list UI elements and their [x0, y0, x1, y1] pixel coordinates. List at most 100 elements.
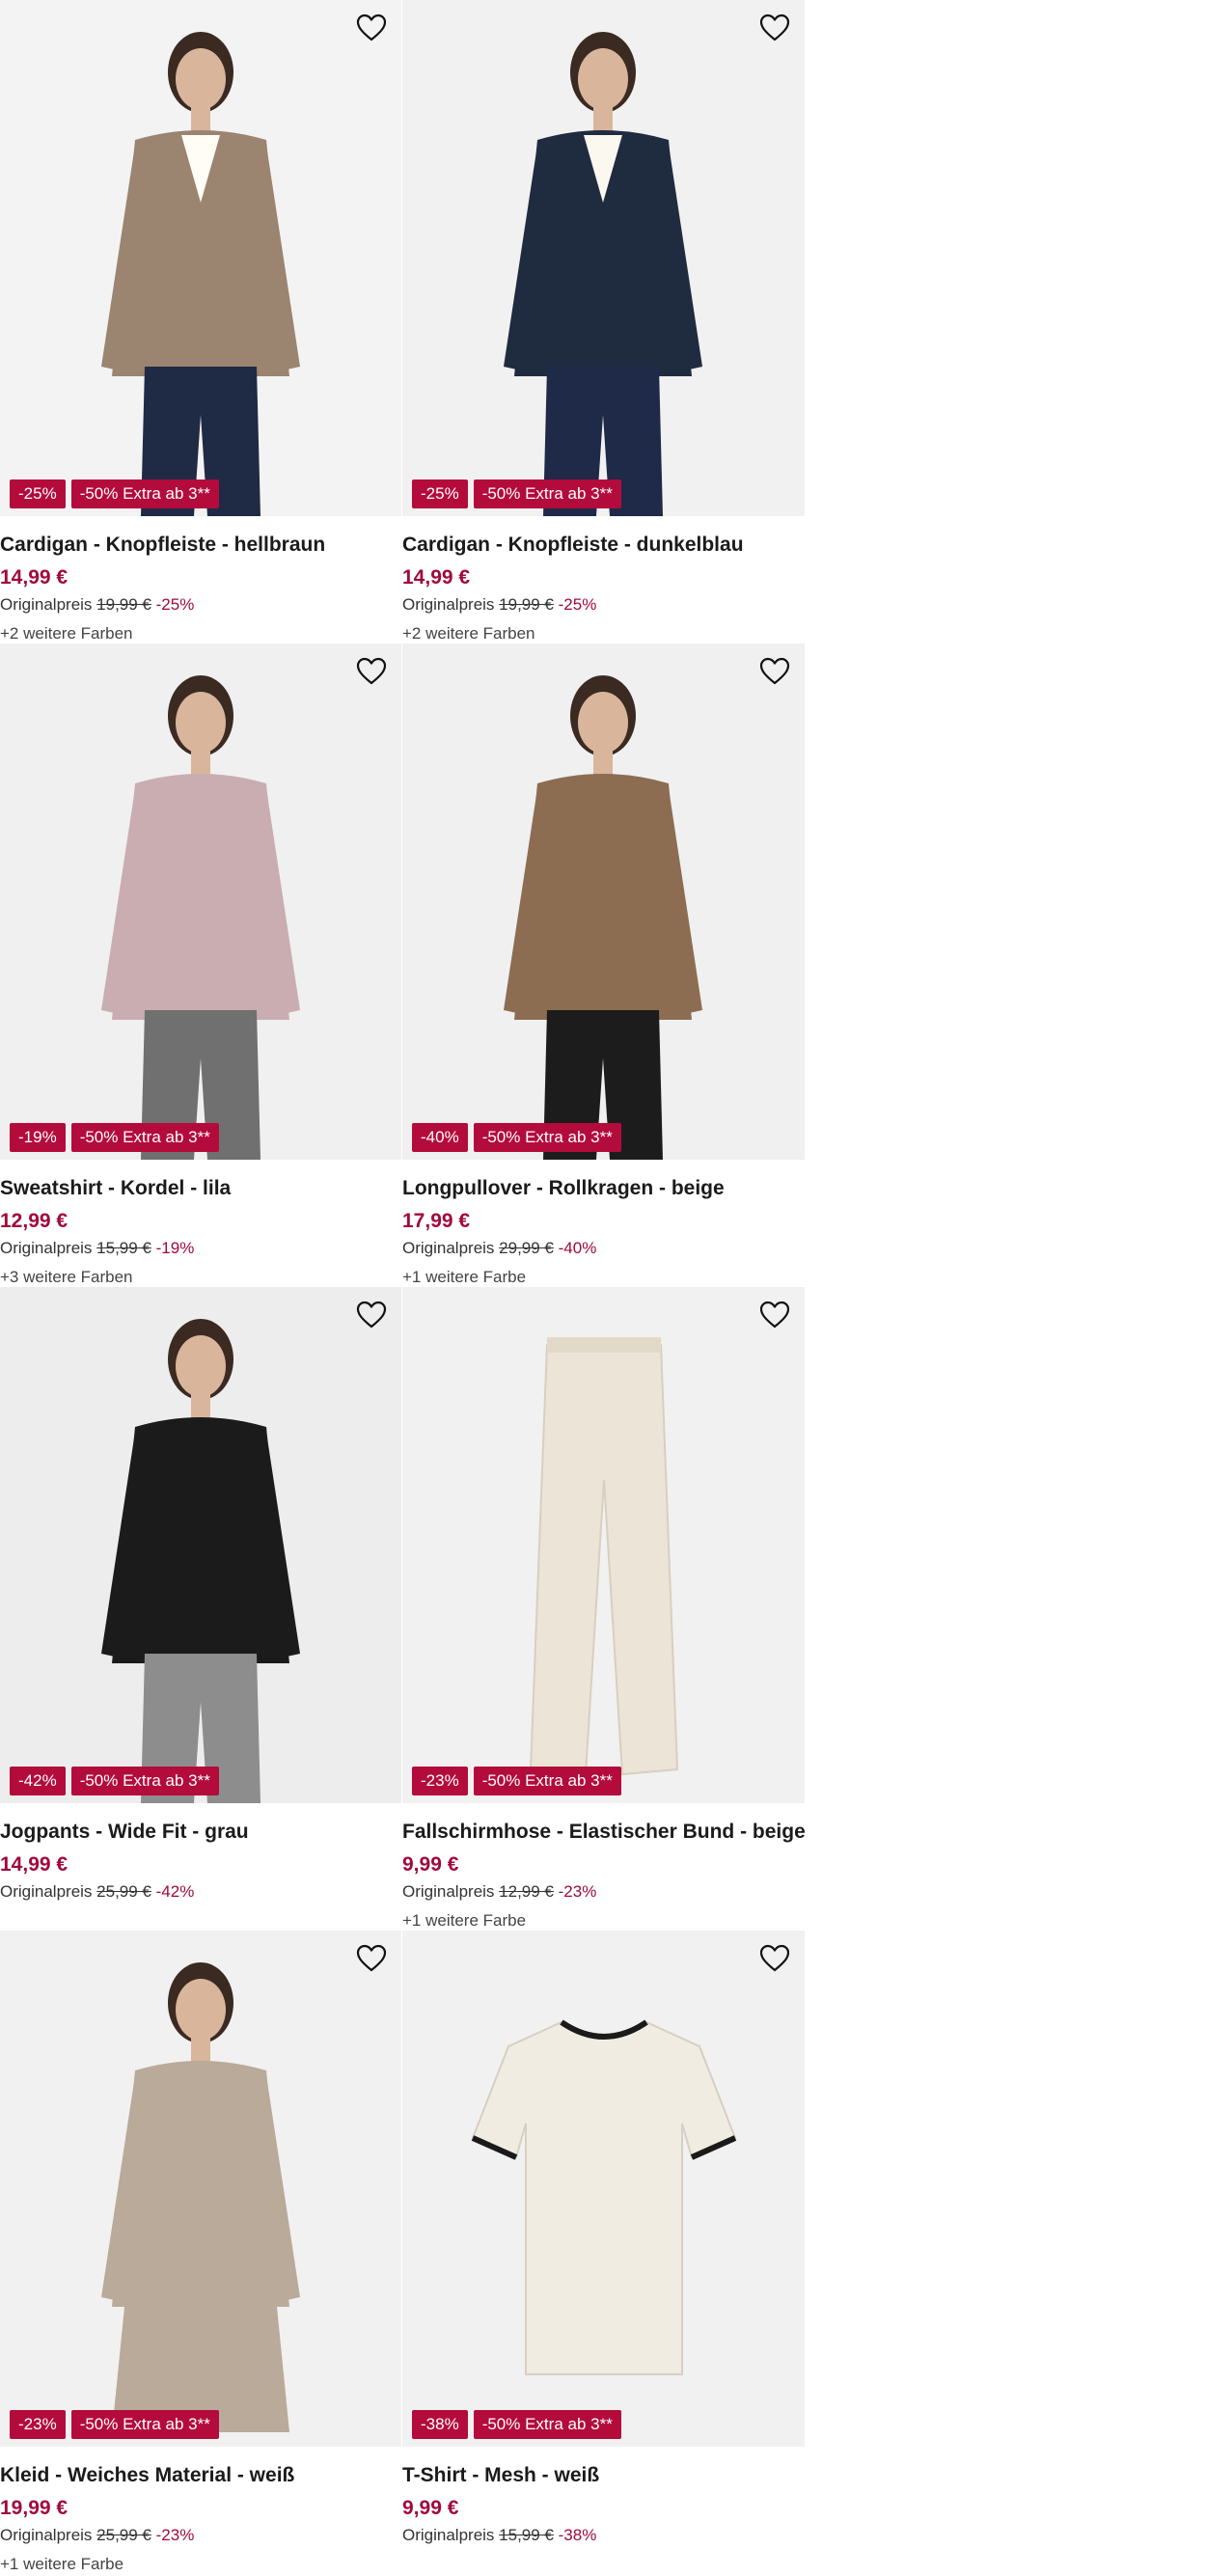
product-photo	[0, 1931, 401, 2447]
product-image[interactable]: -40% -50% Extra ab 3**	[402, 644, 805, 1160]
original-price-label: Originalpreis	[402, 2526, 495, 2544]
product-title[interactable]: Kleid - Weiches Material - weiß	[0, 2462, 402, 2489]
product-title[interactable]: Jogpants - Wide Fit - grau	[0, 1819, 402, 1846]
product-info: Jogpants - Wide Fit - grau 14,99 € Origi…	[0, 1803, 402, 1904]
wishlist-button[interactable]	[355, 12, 388, 44]
heart-outline-icon	[759, 657, 790, 685]
more-colors-link[interactable]: +2 weitere Farben	[402, 622, 805, 645]
discount-percent: -25%	[558, 595, 597, 614]
badge-group: -23% -50% Extra ab 3**	[10, 2410, 219, 2439]
sale-price: 14,99 €	[0, 1853, 69, 1876]
wishlist-button[interactable]	[758, 1299, 791, 1331]
product-image[interactable]: -38% -50% Extra ab 3**	[402, 1931, 805, 2447]
face-shape	[176, 1335, 226, 1397]
original-price: 25,99 €	[96, 1882, 151, 1901]
neck-shape	[593, 106, 613, 133]
promo-badge: -50% Extra ab 3**	[70, 1123, 219, 1152]
heart-outline-icon	[356, 14, 387, 41]
discount-percent: -25%	[155, 595, 195, 614]
discount-badge: -19%	[10, 1123, 66, 1152]
product-card[interactable]: -23% -50% Extra ab 3** Kleid - Weiches M…	[0, 1931, 402, 2574]
original-price-line: Originalpreis 25,99 € -42%	[0, 1880, 402, 1904]
discount-percent: -23%	[558, 1882, 597, 1901]
product-grid: -25% -50% Extra ab 3** Cardigan - Knopfl…	[0, 0, 806, 2574]
discount-percent: -42%	[155, 1882, 195, 1901]
product-card[interactable]: -40% -50% Extra ab 3** Longpullover - Ro…	[402, 644, 805, 1287]
heart-outline-icon	[356, 1301, 387, 1329]
original-price-label: Originalpreis	[402, 1239, 495, 1257]
product-info: T-Shirt - Mesh - weiß 9,99 € Originalpre…	[402, 2447, 805, 2547]
face-shape	[578, 48, 628, 110]
original-price-label: Originalpreis	[0, 595, 93, 614]
product-image[interactable]: -25% -50% Extra ab 3**	[402, 0, 805, 516]
product-card[interactable]: -19% -50% Extra ab 3** Sweatshirt - Kord…	[0, 644, 402, 1287]
original-price-label: Originalpreis	[402, 1882, 495, 1901]
face-shape	[176, 1979, 226, 2041]
sale-price: 14,99 €	[0, 566, 69, 589]
product-card[interactable]: -23% -50% Extra ab 3** Fallschirmhose - …	[402, 1287, 806, 1932]
promo-badge: -50% Extra ab 3**	[473, 2410, 621, 2439]
more-colors-link[interactable]: +3 weitere Farben	[0, 1266, 402, 1289]
wishlist-button[interactable]	[355, 1299, 388, 1331]
more-colors-link[interactable]: +1 weitere Farbe	[402, 1266, 805, 1289]
product-photo	[0, 644, 401, 1160]
wishlist-button[interactable]	[355, 655, 388, 688]
discount-percent: -38%	[558, 2526, 597, 2544]
product-info: Longpullover - Rollkragen - beige 17,99 …	[402, 1160, 805, 1289]
more-colors-link[interactable]: +1 weitere Farbe	[402, 1909, 805, 1932]
neck-shape	[191, 1393, 210, 1420]
product-title[interactable]: Cardigan - Knopfleiste - dunkelblau	[402, 532, 805, 559]
face-shape	[176, 692, 226, 754]
product-title[interactable]: T-Shirt - Mesh - weiß	[402, 2462, 805, 2489]
product-card[interactable]: -25% -50% Extra ab 3** Cardigan - Knopfl…	[402, 0, 805, 644]
sale-price: 12,99 €	[0, 1210, 69, 1232]
face-shape	[578, 692, 628, 754]
product-info: Sweatshirt - Kordel - lila 12,99 € Origi…	[0, 1160, 402, 1289]
more-colors-link[interactable]: +1 weitere Farbe	[0, 2553, 402, 2576]
discount-badge: -38%	[412, 2410, 468, 2439]
product-image[interactable]: -19% -50% Extra ab 3**	[0, 644, 401, 1160]
wishlist-button[interactable]	[355, 1942, 388, 1975]
badge-group: -25% -50% Extra ab 3**	[412, 480, 621, 508]
product-title[interactable]: Fallschirmhose - Elastischer Bund - beig…	[402, 1819, 806, 1846]
original-price-line: Originalpreis 19,99 € -25%	[0, 593, 402, 617]
sale-price: 14,99 €	[402, 566, 471, 589]
product-card[interactable]: -42% -50% Extra ab 3** Jogpants - Wide F…	[0, 1287, 402, 1931]
product-photo	[402, 1931, 805, 2447]
promo-badge: -50% Extra ab 3**	[473, 1123, 621, 1152]
product-photo	[0, 1287, 401, 1803]
discount-percent: -19%	[155, 1239, 195, 1257]
product-card[interactable]: -38% -50% Extra ab 3** T-Shirt - Mesh - …	[402, 1931, 805, 2574]
wishlist-button[interactable]	[758, 1942, 791, 1975]
wishlist-button[interactable]	[758, 655, 791, 688]
badge-group: -38% -50% Extra ab 3**	[412, 2410, 621, 2439]
promo-badge: -50% Extra ab 3**	[473, 480, 621, 508]
product-image[interactable]: -25% -50% Extra ab 3**	[0, 0, 401, 516]
product-info: Kleid - Weiches Material - weiß 19,99 € …	[0, 2447, 402, 2576]
discount-badge: -25%	[412, 480, 468, 508]
product-title[interactable]: Cardigan - Knopfleiste - hellbraun	[0, 532, 402, 559]
product-title[interactable]: Sweatshirt - Kordel - lila	[0, 1175, 402, 1202]
original-price: 25,99 €	[96, 2526, 151, 2544]
product-image[interactable]: -23% -50% Extra ab 3**	[402, 1287, 805, 1803]
heart-outline-icon	[356, 657, 387, 685]
discount-badge: -25%	[10, 480, 66, 508]
sale-price: 9,99 €	[402, 2497, 459, 2519]
wishlist-button[interactable]	[758, 12, 791, 44]
neck-shape	[191, 750, 210, 777]
badge-group: -19% -50% Extra ab 3**	[10, 1123, 219, 1152]
product-card[interactable]: -25% -50% Extra ab 3** Cardigan - Knopfl…	[0, 0, 402, 644]
product-title[interactable]: Longpullover - Rollkragen - beige	[402, 1175, 805, 1202]
original-price-line: Originalpreis 25,99 € -23%	[0, 2524, 402, 2547]
product-photo	[402, 0, 805, 516]
original-price-label: Originalpreis	[402, 595, 495, 614]
more-colors-link[interactable]: +2 weitere Farben	[0, 622, 402, 645]
original-price-line: Originalpreis 12,99 € -23%	[402, 1880, 805, 1904]
product-image[interactable]: -23% -50% Extra ab 3**	[0, 1931, 401, 2447]
heart-outline-icon	[356, 1944, 387, 1972]
product-image[interactable]: -42% -50% Extra ab 3**	[0, 1287, 401, 1803]
original-price: 15,99 €	[96, 1239, 151, 1257]
sale-price: 19,99 €	[0, 2497, 69, 2519]
badge-group: -40% -50% Extra ab 3**	[412, 1123, 621, 1152]
promo-badge: -50% Extra ab 3**	[70, 480, 219, 508]
